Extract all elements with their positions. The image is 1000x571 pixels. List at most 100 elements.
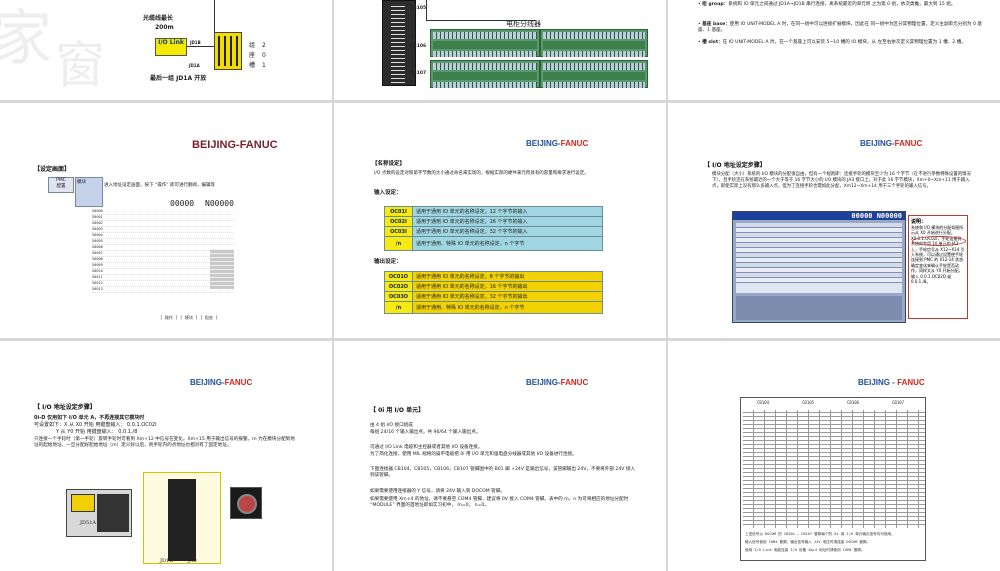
paragraph-3: 可通过 I/O Link 电缆和主控器或者其他 I/O 设备连接。 (370, 445, 483, 450)
pmc-button[interactable]: PMC 配置 (48, 177, 74, 193)
group-val-3: 1 (262, 62, 266, 69)
vertical-line (214, 0, 215, 36)
input-text-1: 适用于通用 IO 单元的名称设定，12 个字节的输入 (412, 206, 603, 217)
section-title: 【 0i 用 I/O 单元】 (370, 407, 425, 414)
input-settings-table: OC01I 适用于通用 IO 单元的名称设定，12 个字节的输入 OC02I 适用于… (384, 206, 603, 251)
highlight-ellipse (912, 236, 966, 246)
bullet-base: • 基座 base：使用 IO UNIT-MODEL A 时，在同一组中可以连接… (698, 22, 982, 34)
output-text-4: 适用于通用、特殊 IO 单元的名称设定，n 个字节 (412, 301, 603, 314)
slide-thumbnail-5[interactable]: BEIJING-FANUC 【名称设定】 I/O 点数的设定对照第字节数的大小通… (334, 103, 666, 338)
connector-label-cb107: CB107 (410, 71, 427, 76)
cable-line-1 (426, 0, 427, 20)
scroll-bar[interactable] (210, 249, 234, 289)
group-key-3: 槽 (249, 62, 256, 69)
screen-row (736, 278, 902, 283)
slide-thumbnail-2[interactable]: CB105 CB106 CB107 L L L 电柜分线器 (334, 0, 666, 100)
brand-title: BEIJING-FANUC (190, 378, 252, 387)
note-box: 说明： 系统和 I/O 模块的分配如图所示从 X0 开始进行分配，X0.0.1.… (908, 215, 968, 319)
brand-part-a: BEIJING- (860, 139, 895, 148)
jd1a-label: JD1A (189, 63, 200, 68)
paragraph-1: 由 4 组 I/O 接口组成 (370, 423, 413, 428)
bullet-group-text: 系统和 IO 单元之间通过 JD1A→JD1B 串行连接，离系统最近的单元称 之… (728, 2, 956, 7)
terminal-board-2 (540, 29, 648, 57)
output-key-2: OC02O (384, 281, 413, 292)
bullet-text: 只连接一个手轮时（第一手轮）旋转手轮时可看到 Xm+12 中信号在变化。Xm+1… (34, 437, 295, 449)
brand-part-b: FANUC (560, 139, 589, 148)
input-text-2: 适用于通用 IO 单元的名称设定，16 个字节的输入 (412, 216, 603, 227)
slide-thumbnail-8[interactable]: BEIJING-FANUC 【 0i 用 I/O 单元】 由 4 组 I/O 接… (334, 341, 666, 571)
line-2: 可设置如下：X 从 X0 开始 用键盘输入： 0.0.1.OC02I (34, 422, 157, 428)
terminal-board-1 (430, 29, 540, 57)
jd1b-label: JD1B (190, 40, 201, 45)
group-key-2: 座 (249, 52, 256, 59)
bullet-slot-text: 在 IO UNIT-MODEL A 时，在一个基座上可以安装 5~10 槽的 I… (722, 40, 966, 45)
bullet-base-term: 基座 base： (702, 22, 730, 27)
terminal-board-4 (540, 60, 648, 88)
softkey-bar: [ 操作 ] [ 模块 ] [ 组态 ] (160, 315, 218, 320)
paragraph-4: 为了简化连接，使用 MIL 规格的扁平电缆把 0i 用 I/O 单元和强电盘分线… (370, 452, 577, 457)
footer-line-2: 输入信号使用 COM4 管脚，输出信号输入 24V 电压时请连接 DOCOM 管… (745, 540, 871, 544)
header-cb106: CB106 (847, 400, 860, 405)
brand-title: BEIJING-FANUC (192, 139, 278, 151)
input-label: 输入设定： (374, 190, 402, 196)
brand-part-a: BEIJING - (858, 378, 898, 387)
io-unit-frame (143, 472, 221, 564)
output-settings-table: OC01O 适用于通用 IO 单元的名称设定，8 个字节的输出 OC02O 适用于通… (384, 271, 603, 314)
brand-part-b: FANUC (239, 139, 278, 151)
slide-thumbnail-7[interactable]: BEIJING-FANUC 【 I/O 地址设定步骤】 0i-D 仅用如下 I/… (0, 341, 332, 571)
section-title: 【设定画面】 (34, 166, 71, 173)
jd51a-label: JD51A (80, 520, 96, 526)
connector-label-cb105: CB105 (410, 6, 427, 11)
input-key-3: OC03I (384, 226, 413, 237)
output-label: 输出设定： (374, 259, 402, 265)
bullet-group-term: 组 group： (702, 2, 729, 7)
brand-part-b: FANUC (894, 139, 923, 148)
paragraph-5: 下图连接器 CB104，CB105，CB106，CB107 管脚图中的 B01 … (370, 467, 636, 479)
footer-line-1: 上述信号以 DOCOM 的 CB104 – CB107 管脚每个的 0i 用 I… (745, 532, 895, 536)
pin-table: CB104 CB105 CB106 CB107 上述信号以 DOCOM 的 CB… (740, 397, 926, 561)
watermark-glyph-2: 窗 (55, 36, 105, 94)
bullet-text: 模块分配（大小）系统的 I/O 模块的分配很自由，但有一个规则即：连接手轮的模块… (712, 172, 971, 189)
brand-title: BEIJING-FANUC (860, 139, 922, 148)
pin-label-3: L (412, 63, 415, 69)
input-key-1: OC01I (384, 206, 413, 217)
module-tab-label: 模块 (77, 180, 86, 185)
group-val-2: 0 (262, 52, 266, 59)
line-1: 0i-D 仅用如下 I/O 单元 A，不再连接其它模块时 (34, 415, 145, 421)
input-text-3: 适用于通用 IO 单元的名称设定，32 个字节的输入 (412, 226, 603, 237)
brand-part-a: BEIJING- (190, 378, 225, 387)
pin-label-1: L (412, 33, 415, 39)
handwheel (230, 487, 262, 519)
module-tab[interactable]: 模块 (75, 177, 103, 207)
note-text: 系统和 I/O 模块的分配如图所示从 X0 开始进行分配，X0.0.1.OC02… (911, 225, 965, 284)
bullet-slot: • 槽 slot：在 IO UNIT-MODEL A 时，在一个基座上可以安装 … (698, 40, 966, 45)
slide-thumbnail-1[interactable]: 家 窗 光缆线最长 200m I/O Link JD1B JD1A 组 2 座 … (0, 0, 332, 100)
io-link-label: I/O Link (158, 39, 184, 46)
address-screen: 00000 N00000 (732, 211, 906, 323)
io-link-box: I/O Link (155, 38, 187, 56)
slide-thumbnail-4[interactable]: BEIJING-FANUC 【设定画面】 PMC 配置 模块 进入地址设定画面，… (0, 103, 332, 338)
cable-length-value: 200m (155, 24, 174, 31)
config-label: 配置 (56, 184, 66, 189)
paragraph-2: 每组 24/16 个输入输出点，共 96/64 个输入输出点。 (370, 430, 481, 435)
output-text-1: 适用于通用 IO 单元的名称设定，8 个字节的输出 (412, 271, 603, 282)
brand-part-a: BEIJING- (192, 139, 240, 151)
cable-length-label: 光缆线最长 (143, 15, 174, 22)
slide-thumbnail-3[interactable]: • 组 group：系统和 IO 单元之间通过 JD1A→JD1B 串行连接，离… (668, 0, 1000, 100)
brand-title: BEIJING-FANUC (526, 378, 588, 387)
section-title: 【名称设定】 (372, 161, 406, 167)
group-key-1: 组 (249, 42, 256, 49)
header-cb105: CB105 (802, 400, 815, 405)
section-title: 【 I/O 地址设定步骤】 (34, 404, 96, 411)
caption: 最后一组 JD1A 开放 (150, 75, 207, 82)
brand-part-b: FANUC (897, 378, 925, 387)
io-module-unit (214, 32, 242, 70)
slide-thumbnail-9[interactable]: BEIJING - FANUC CB104 CB105 CB106 CB107 … (668, 341, 1000, 571)
screen-title: 00000 N00000 (733, 212, 905, 220)
ja3-label: JA3 (188, 558, 197, 564)
cnc-controller (66, 489, 132, 537)
input-key-4: /n (384, 236, 413, 251)
paragraph-7: 如果需要使用 Xm+4 的地址，请不要悬空 COM4 管脚，建议将 0V 接入 … (370, 497, 629, 509)
bullet-group: • 组 group：系统和 IO 单元之间通过 JD1A→JD1B 串行连接，离… (698, 2, 956, 7)
slide-thumbnail-6[interactable]: BEIJING-FANUC 【 I/O 地址设定步骤】 模块分配（大小）系统的 … (668, 103, 1000, 338)
